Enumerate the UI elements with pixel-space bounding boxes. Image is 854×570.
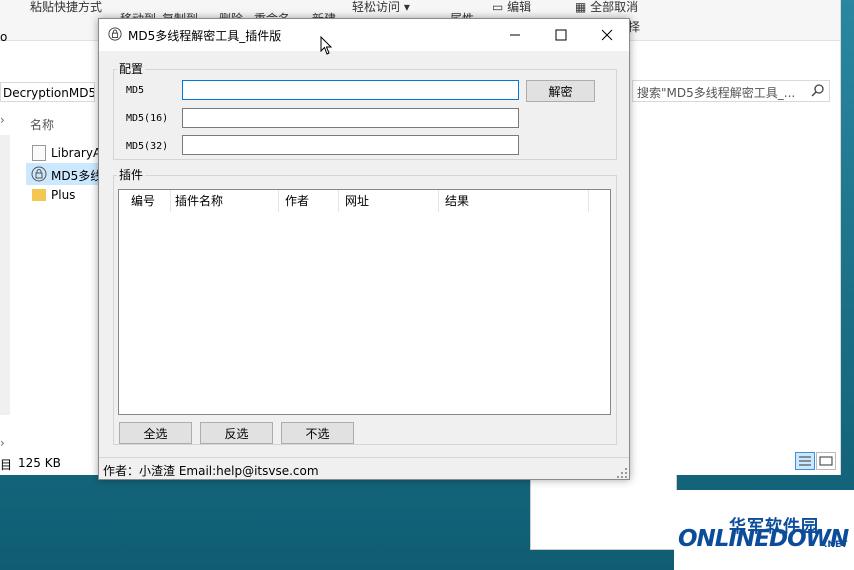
details-view-button[interactable] (795, 452, 815, 470)
address-bar[interactable]: DecryptionMD5 (0, 82, 95, 102)
lock-app-icon (31, 166, 47, 182)
close-button[interactable] (584, 19, 630, 51)
decrypt-button[interactable]: 解密 (526, 80, 595, 102)
column-header-url[interactable]: 网址 (339, 190, 439, 212)
md5-input[interactable] (182, 80, 519, 100)
author-status-text: 作者：小渣渣 Email:help@itsvse.com (103, 464, 319, 478)
md5-label: MD5 (126, 85, 145, 96)
column-header-result[interactable]: 结果 (439, 190, 589, 212)
resize-grip-icon[interactable] (617, 468, 627, 478)
md5-32-label: MD5(32) (126, 141, 169, 152)
invert-selection-button[interactable]: 反选 (200, 422, 273, 444)
column-header-id[interactable]: 编号 (125, 190, 171, 212)
minimize-icon (510, 34, 520, 36)
select-all-button[interactable]: 全选 (119, 422, 192, 444)
file-icon (32, 145, 46, 161)
select-none-icon: ▦ (575, 0, 587, 14)
select-none-button[interactable]: ▦ 全部取消 (575, 0, 638, 15)
edit-button[interactable]: ▭ 编辑 (492, 0, 531, 15)
column-header-author[interactable]: 作者 (279, 190, 339, 212)
plugin-group-label: 插件 (117, 166, 146, 183)
collapse-chevron-icon[interactable]: › (0, 113, 5, 127)
lock-app-icon (108, 27, 122, 41)
status-bar: 作者：小渣渣 Email:help@itsvse.com (99, 457, 629, 480)
ribbon-fragment-text: o (0, 30, 8, 44)
scroll-chevron-icon[interactable]: › (0, 436, 5, 450)
mouse-cursor-icon (320, 36, 333, 55)
md5-decrypt-dialog: MD5多线程解密工具_插件版 配置 MD5 解密 MD5(16) MD5(32)… (98, 18, 630, 480)
edit-label: 编辑 (507, 0, 532, 14)
list-item[interactable]: Plus (51, 188, 75, 202)
secondary-window (530, 475, 677, 550)
window-title: MD5多线程解密工具_插件版 (128, 29, 282, 43)
status-prefix: 目 (0, 458, 13, 472)
list-item[interactable]: MD5多线 (51, 167, 102, 184)
watermark-net-text: .NET (824, 540, 848, 550)
large-icons-view-icon (819, 456, 833, 466)
folder-icon (32, 189, 46, 201)
edit-icon: ▭ (492, 0, 504, 14)
select-none-label: 全部取消 (590, 0, 639, 14)
plugin-list[interactable]: 编号 插件名称 作者 网址 结果 (118, 189, 611, 415)
details-view-icon (799, 456, 811, 466)
large-icons-view-button[interactable] (816, 452, 836, 470)
paste-shortcut-button[interactable]: 粘贴快捷方式 (30, 0, 102, 15)
title-bar[interactable]: MD5多线程解密工具_插件版 (99, 19, 629, 51)
navigation-pane (0, 135, 10, 415)
watermark-logo: 华军软件园 ONLINEDOWN .NET (674, 490, 854, 570)
config-group-label: 配置 (117, 60, 146, 77)
search-input-placeholder: 搜索"MD5多线程解密工具_... (637, 86, 796, 100)
easy-access-label: 轻松访问 (352, 0, 401, 14)
maximize-button[interactable] (538, 19, 584, 51)
search-icon (811, 84, 824, 97)
column-header-plugin-name[interactable]: 插件名称 (169, 190, 279, 212)
md5-32-input[interactable] (182, 135, 519, 155)
search-box[interactable]: 搜索"MD5多线程解密工具_... (632, 80, 830, 102)
watermark-en-text: ONLINEDOWN (678, 526, 849, 552)
list-item[interactable]: LibraryA (51, 146, 101, 160)
select-none-button[interactable]: 不选 (281, 422, 354, 444)
md5-16-label: MD5(16) (126, 113, 169, 124)
close-icon (601, 29, 613, 41)
minimize-button[interactable] (492, 19, 538, 51)
maximize-icon (555, 29, 567, 41)
name-column-header[interactable]: 名称 (30, 116, 54, 133)
md5-16-input[interactable] (182, 108, 519, 128)
status-size: 125 KB (18, 456, 61, 470)
easy-access-button[interactable]: 轻松访问 ▾ (352, 0, 410, 15)
